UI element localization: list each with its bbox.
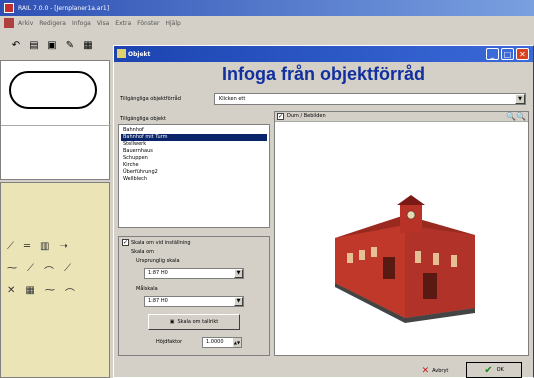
list-item[interactable]: Bahnhof xyxy=(121,127,267,134)
source-label: Tillgängliga objektförråd xyxy=(120,96,181,102)
track-tool-icon[interactable]: ⁓ xyxy=(7,263,17,278)
track-oval xyxy=(9,71,97,109)
scale-heading: Skala om xyxy=(131,249,155,255)
track-tool-icon[interactable]: ➝ xyxy=(59,241,67,252)
original-scale-label: Ursprunglig skala xyxy=(136,258,180,264)
list-item[interactable]: Überführung2 xyxy=(121,169,267,176)
undo-icon[interactable]: ↶ xyxy=(10,39,22,51)
target-scale-value: 1:87 H0 xyxy=(148,298,168,304)
list-item[interactable]: Stellwerk xyxy=(121,141,267,148)
chevron-down-icon[interactable]: ▼ xyxy=(515,94,525,104)
document-icon xyxy=(4,18,14,28)
dialog-icon xyxy=(117,49,126,58)
cancel-icon: ✕ xyxy=(421,366,430,376)
wand-icon[interactable]: ✎ xyxy=(64,39,76,51)
track-palette: ⟋ ═ ▥ ➝ ⁓ ⟋ ⌒ ⟋ ✕ ▦ ⁓ ⌒ xyxy=(0,182,110,378)
layout-panel: ⟋ ═ ▥ ➝ ⁓ ⟋ ⌒ ⟋ ✕ ▦ ⁓ ⌒ xyxy=(0,60,118,378)
target-scale-select[interactable]: 1:87 H0 ▼ xyxy=(144,296,244,307)
height-factor-label: Höjdfaktor xyxy=(156,339,183,345)
dialog-heading: Infoga från objektförråd xyxy=(221,64,425,84)
list-item[interactable]: Kirche xyxy=(121,162,267,169)
track-tool-icon[interactable]: ▦ xyxy=(25,285,34,300)
print-icon[interactable]: ▦ xyxy=(82,39,94,51)
dialog-title: Objekt xyxy=(128,50,151,58)
menu-redigera[interactable]: Redigera xyxy=(39,20,66,27)
menu-hjalp[interactable]: Hjälp xyxy=(165,20,180,27)
preview-toolbar: ✓ Dum / Bebilden 🔍 🔍 xyxy=(275,112,528,122)
close-button[interactable]: ✕ xyxy=(516,48,529,60)
zoom-in-icon[interactable]: 🔍 xyxy=(506,112,516,121)
track-tool-icon[interactable]: ⌒ xyxy=(44,263,54,278)
app-titlebar: RAIL 7.0.0 - [Jernplaner1a.ar1] xyxy=(0,0,534,16)
track-tool-icon[interactable]: ▥ xyxy=(40,241,49,252)
dialog-titlebar: Objekt _ □ ✕ xyxy=(114,46,533,62)
maximize-button[interactable]: □ xyxy=(501,48,514,60)
list-item[interactable]: Bahnhof mit Turm xyxy=(121,134,267,141)
zoom-out-icon[interactable]: 🔍 xyxy=(516,112,526,121)
cancel-label: Avbryt xyxy=(432,368,449,374)
source-value: Klicken ett xyxy=(219,96,246,102)
original-scale-value: 1:87 H0 xyxy=(148,270,168,276)
list-item[interactable]: Bauernhaus xyxy=(121,148,267,155)
ok-label: OK xyxy=(496,367,504,373)
object-list-label: Tillgängliga objekt xyxy=(120,116,166,122)
list-item[interactable]: Schuppen xyxy=(121,155,267,162)
save-icon[interactable]: ▣ xyxy=(46,39,58,51)
track-tool-icon[interactable]: ⟋ xyxy=(27,263,34,278)
cancel-button[interactable]: ✕ Avbryt xyxy=(410,364,460,378)
chevron-down-icon[interactable]: ▼ xyxy=(234,297,243,306)
ok-button[interactable]: ✔ OK xyxy=(466,362,522,378)
menu-visa[interactable]: Visa xyxy=(97,20,109,27)
layout-thumbnail[interactable] xyxy=(0,60,111,180)
app-toolbar: ↶ ▤ ▣ ✎ ▦ xyxy=(0,30,118,60)
track-tool-icon[interactable]: ⟋ xyxy=(64,263,71,278)
preview-label: Dum / Bebilden xyxy=(287,113,326,119)
open-icon[interactable]: ▤ xyxy=(28,39,40,51)
track-tool-icon[interactable]: ✕ xyxy=(7,285,15,300)
preview-checkbox[interactable]: ✓ xyxy=(277,113,284,120)
insert-object-dialog: Objekt _ □ ✕ Infoga från objektförråd Ti… xyxy=(113,45,534,378)
preview-panel: ✓ Dum / Bebilden 🔍 🔍 xyxy=(274,111,529,356)
height-factor-stepper[interactable]: 1.0000 ▲▼ xyxy=(202,337,242,348)
list-item[interactable]: Wellblech xyxy=(121,176,267,183)
track-tool-icon[interactable]: ⟋ xyxy=(7,241,14,252)
target-scale-label: Målskala xyxy=(136,286,158,292)
track-tool-icon[interactable]: ⁓ xyxy=(45,285,55,300)
chevron-down-icon[interactable]: ▼ xyxy=(234,269,243,278)
object-list[interactable]: Bahnhof Bahnhof mit Turm Stellwerk Bauernha… xyxy=(118,124,270,228)
original-scale-select[interactable]: 1:87 H0 ▼ xyxy=(144,268,244,279)
reverse-scale-label: Skala om tallrikt xyxy=(177,319,219,325)
track-tool-icon[interactable]: ═ xyxy=(24,241,30,252)
check-icon: ✔ xyxy=(484,364,493,376)
scale-checkbox-label: Skala om vid inställning xyxy=(131,240,191,246)
track-tool-icon[interactable]: ⌒ xyxy=(65,285,75,300)
height-factor-value: 1.0000 xyxy=(206,339,224,345)
menu-fonster[interactable]: Fönster xyxy=(137,20,159,27)
app-menubar: Arkiv Redigera Infoga Visa Extra Fönster… xyxy=(0,16,534,30)
scale-checkbox[interactable]: ✓ xyxy=(122,239,129,246)
app-title: RAIL 7.0.0 - [Jernplaner1a.ar1] xyxy=(18,4,110,12)
menu-arkiv[interactable]: Arkiv xyxy=(18,20,33,27)
source-select[interactable]: Klicken ett ▼ xyxy=(214,93,526,105)
menu-infoga[interactable]: Infoga xyxy=(72,20,91,27)
scale-icon: ▣ xyxy=(169,319,175,325)
reverse-scale-button[interactable]: ▣ Skala om tallrikt xyxy=(148,314,240,330)
menu-extra[interactable]: Extra xyxy=(115,20,131,27)
divider xyxy=(1,125,111,126)
spin-arrows-icon[interactable]: ▲▼ xyxy=(233,338,241,347)
building-preview xyxy=(335,195,475,323)
app-logo-icon xyxy=(4,3,14,13)
minimize-button[interactable]: _ xyxy=(486,48,499,60)
